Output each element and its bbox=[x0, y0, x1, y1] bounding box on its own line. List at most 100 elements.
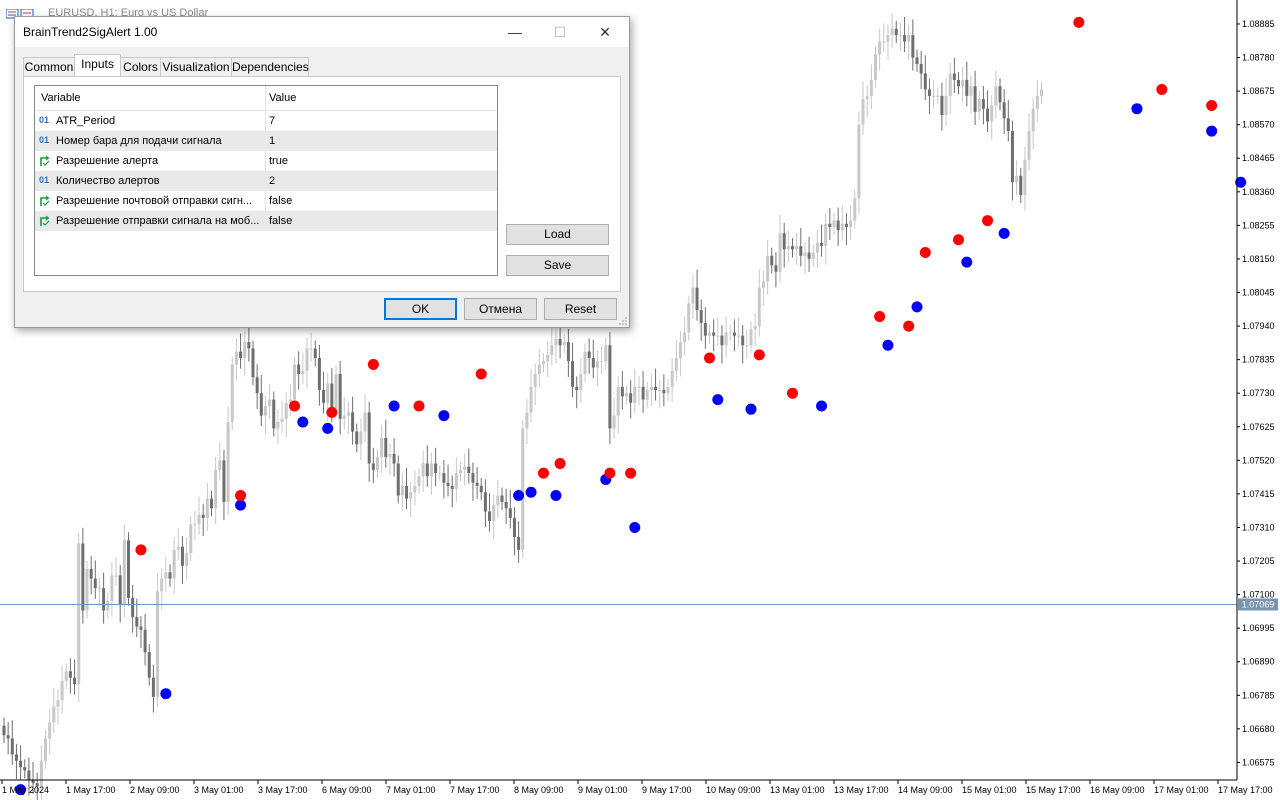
time-tick-label: 6 May 09:00 bbox=[322, 785, 372, 795]
price-tick-label: 1.08045 bbox=[1242, 288, 1275, 298]
candle-body bbox=[820, 242, 824, 247]
candle-body bbox=[243, 342, 247, 359]
candle-body bbox=[160, 578, 164, 592]
candle-body bbox=[757, 287, 761, 327]
tab-dependencies[interactable]: Dependencies bbox=[231, 57, 309, 76]
candle-body bbox=[683, 332, 687, 343]
param-name: Разрешение отправки сигнала на моб... bbox=[56, 215, 260, 227]
tab-colors[interactable]: Colors bbox=[120, 57, 161, 76]
candle-body bbox=[745, 345, 749, 347]
candle-body bbox=[500, 495, 504, 502]
buy-signal-dot bbox=[911, 301, 923, 313]
price-tick-label: 1.07520 bbox=[1242, 455, 1275, 465]
param-row[interactable]: 01 Количество алертов 2 bbox=[35, 171, 497, 191]
candle-body bbox=[135, 616, 139, 627]
candle-body bbox=[405, 485, 409, 499]
param-value[interactable]: true bbox=[269, 155, 288, 167]
param-value[interactable]: false bbox=[269, 215, 292, 227]
candle-body bbox=[417, 476, 421, 486]
load-button[interactable]: Load bbox=[506, 224, 609, 245]
close-button[interactable]: ✕ bbox=[582, 17, 628, 47]
candle-body bbox=[409, 492, 413, 499]
param-row[interactable]: Разрешение алерта true bbox=[35, 151, 497, 171]
candle-body bbox=[703, 322, 707, 336]
param-value[interactable]: false bbox=[269, 195, 292, 207]
candle-body bbox=[263, 405, 267, 416]
price-tick-label: 1.07205 bbox=[1242, 556, 1275, 566]
candle-body bbox=[637, 386, 641, 388]
candle-body bbox=[591, 358, 595, 368]
time-axis: 1 May 2024 1 May 17:00 2 May 09:00 3 May 01… bbox=[1, 780, 1273, 795]
candle-body bbox=[293, 364, 296, 400]
param-row[interactable]: 01 Номер бара для подачи сигнала 1 bbox=[35, 131, 497, 151]
column-value[interactable]: Value bbox=[269, 92, 296, 104]
candle-body bbox=[986, 108, 990, 122]
param-value[interactable]: 7 bbox=[269, 115, 275, 127]
sell-signal-dot bbox=[953, 234, 964, 246]
param-name: Разрешение почтовой отправки сигн... bbox=[56, 195, 253, 207]
param-value[interactable]: 1 bbox=[269, 135, 275, 147]
save-button[interactable]: Save bbox=[506, 255, 609, 276]
candle-body bbox=[608, 345, 612, 429]
candle-body bbox=[359, 431, 363, 445]
candle-body bbox=[981, 99, 985, 109]
candle-body bbox=[998, 86, 1002, 103]
buy-signal-dot bbox=[745, 403, 757, 415]
tab-common[interactable]: Common bbox=[23, 57, 75, 76]
price-tick-label: 1.08360 bbox=[1242, 187, 1275, 197]
price-tick-label: 1.08255 bbox=[1242, 220, 1275, 230]
candle-body bbox=[670, 370, 674, 387]
cancel-button[interactable]: Отмена bbox=[464, 298, 537, 320]
tab-visualization[interactable]: Visualization bbox=[160, 57, 232, 76]
candle-body bbox=[230, 364, 234, 422]
ok-button[interactable]: OK bbox=[384, 298, 457, 320]
sell-signal-dot bbox=[704, 352, 715, 364]
tab-inputs[interactable]: Inputs bbox=[74, 54, 121, 76]
resize-grip-icon[interactable] bbox=[619, 317, 627, 325]
candle-body bbox=[156, 591, 160, 697]
reset-button[interactable]: Reset bbox=[544, 298, 617, 320]
minimize-button[interactable]: — bbox=[492, 17, 538, 47]
candle-body bbox=[114, 575, 118, 577]
param-value[interactable]: 2 bbox=[269, 175, 275, 187]
candle-body bbox=[525, 412, 529, 429]
sell-signal-dot bbox=[289, 400, 300, 412]
candle-body bbox=[791, 246, 794, 250]
candle-body bbox=[459, 469, 462, 474]
candle-body bbox=[625, 393, 628, 397]
candle-body bbox=[110, 575, 114, 601]
candle-body bbox=[1006, 118, 1010, 132]
buy-signal-dot bbox=[160, 688, 172, 700]
param-row[interactable]: Разрешение отправки сигнала на моб... fal… bbox=[35, 211, 497, 231]
buy-signal-dot bbox=[550, 489, 562, 501]
candle-body bbox=[977, 99, 981, 112]
candle-body bbox=[214, 469, 218, 509]
dialog-titlebar[interactable]: BrainTrend2SigAlert 1.00 — ☐ ✕ bbox=[15, 17, 629, 47]
time-tick-label: 15 May 01:00 bbox=[962, 785, 1017, 795]
param-row[interactable]: Разрешение почтовой отправки сигн... fals… bbox=[35, 191, 497, 211]
candle-body bbox=[911, 35, 915, 58]
candle-body bbox=[546, 354, 550, 362]
candle-body bbox=[106, 600, 110, 611]
candle-body bbox=[222, 460, 226, 502]
price-axis: 1.08885 1.08780 1.08675 1.08570 1.08465 1.083… bbox=[1237, 19, 1275, 767]
column-variable[interactable]: Variable bbox=[41, 92, 81, 104]
candle-body bbox=[342, 415, 346, 419]
dialog-title: BrainTrend2SigAlert 1.00 bbox=[23, 25, 158, 39]
time-tick-label: 13 May 01:00 bbox=[770, 785, 825, 795]
time-tick-label: 9 May 17:00 bbox=[642, 785, 692, 795]
candle-body bbox=[533, 374, 537, 387]
candle-body bbox=[1015, 175, 1019, 183]
candle-body bbox=[384, 437, 388, 458]
param-row[interactable]: 01 ATR_Period 7 bbox=[35, 111, 497, 131]
candle-body bbox=[450, 485, 454, 490]
candle-body bbox=[737, 335, 741, 337]
time-tick-label: 15 May 17:00 bbox=[1026, 785, 1081, 795]
price-tick-label: 1.07415 bbox=[1242, 489, 1275, 499]
candle-body bbox=[898, 35, 902, 37]
price-tick-label: 1.08150 bbox=[1242, 254, 1275, 264]
maximize-button[interactable]: ☐ bbox=[537, 17, 583, 47]
candle-body bbox=[1019, 175, 1023, 195]
inputs-panel: Variable Value 01 ATR_Period 7 01 Номер бара… bbox=[23, 76, 621, 292]
candle-body bbox=[728, 332, 732, 334]
